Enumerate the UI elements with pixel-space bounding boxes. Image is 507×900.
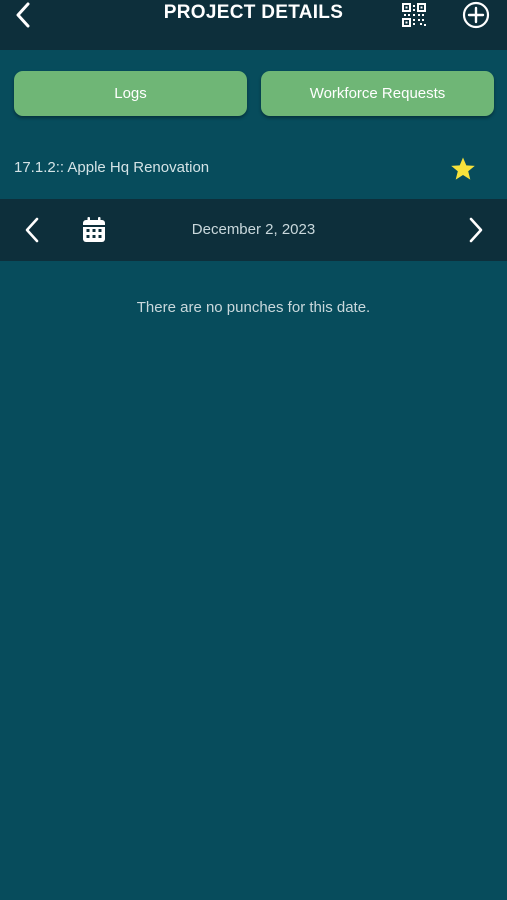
plus-circle-icon	[462, 1, 490, 29]
next-date-button[interactable]	[462, 214, 490, 246]
date-navigation-bar: December 2, 2023	[0, 199, 507, 261]
qr-code-icon	[402, 3, 426, 27]
page-title: PROJECT DETAILS	[163, 2, 344, 23]
project-row: 17.1.2:: Apple Hq Renovation	[0, 144, 507, 199]
chevron-right-icon	[469, 217, 483, 243]
workforce-requests-button[interactable]: Workforce Requests	[261, 71, 494, 116]
logs-button[interactable]: Logs	[14, 71, 247, 116]
selected-date: December 2, 2023	[191, 221, 316, 238]
project-name: 17.1.2:: Apple Hq Renovation	[14, 159, 210, 176]
action-buttons-row: Logs Workforce Requests	[0, 50, 507, 144]
project-details-screen: PROJECT DETAILS Logs Workforce Requests …	[0, 0, 507, 900]
top-nav-bar: PROJECT DETAILS	[0, 0, 507, 50]
favorite-button[interactable]	[448, 154, 478, 184]
star-icon	[451, 157, 475, 180]
qr-scan-button[interactable]	[398, 0, 430, 30]
empty-state-message: There are no punches for this date.	[136, 299, 371, 316]
add-button[interactable]	[459, 0, 493, 30]
